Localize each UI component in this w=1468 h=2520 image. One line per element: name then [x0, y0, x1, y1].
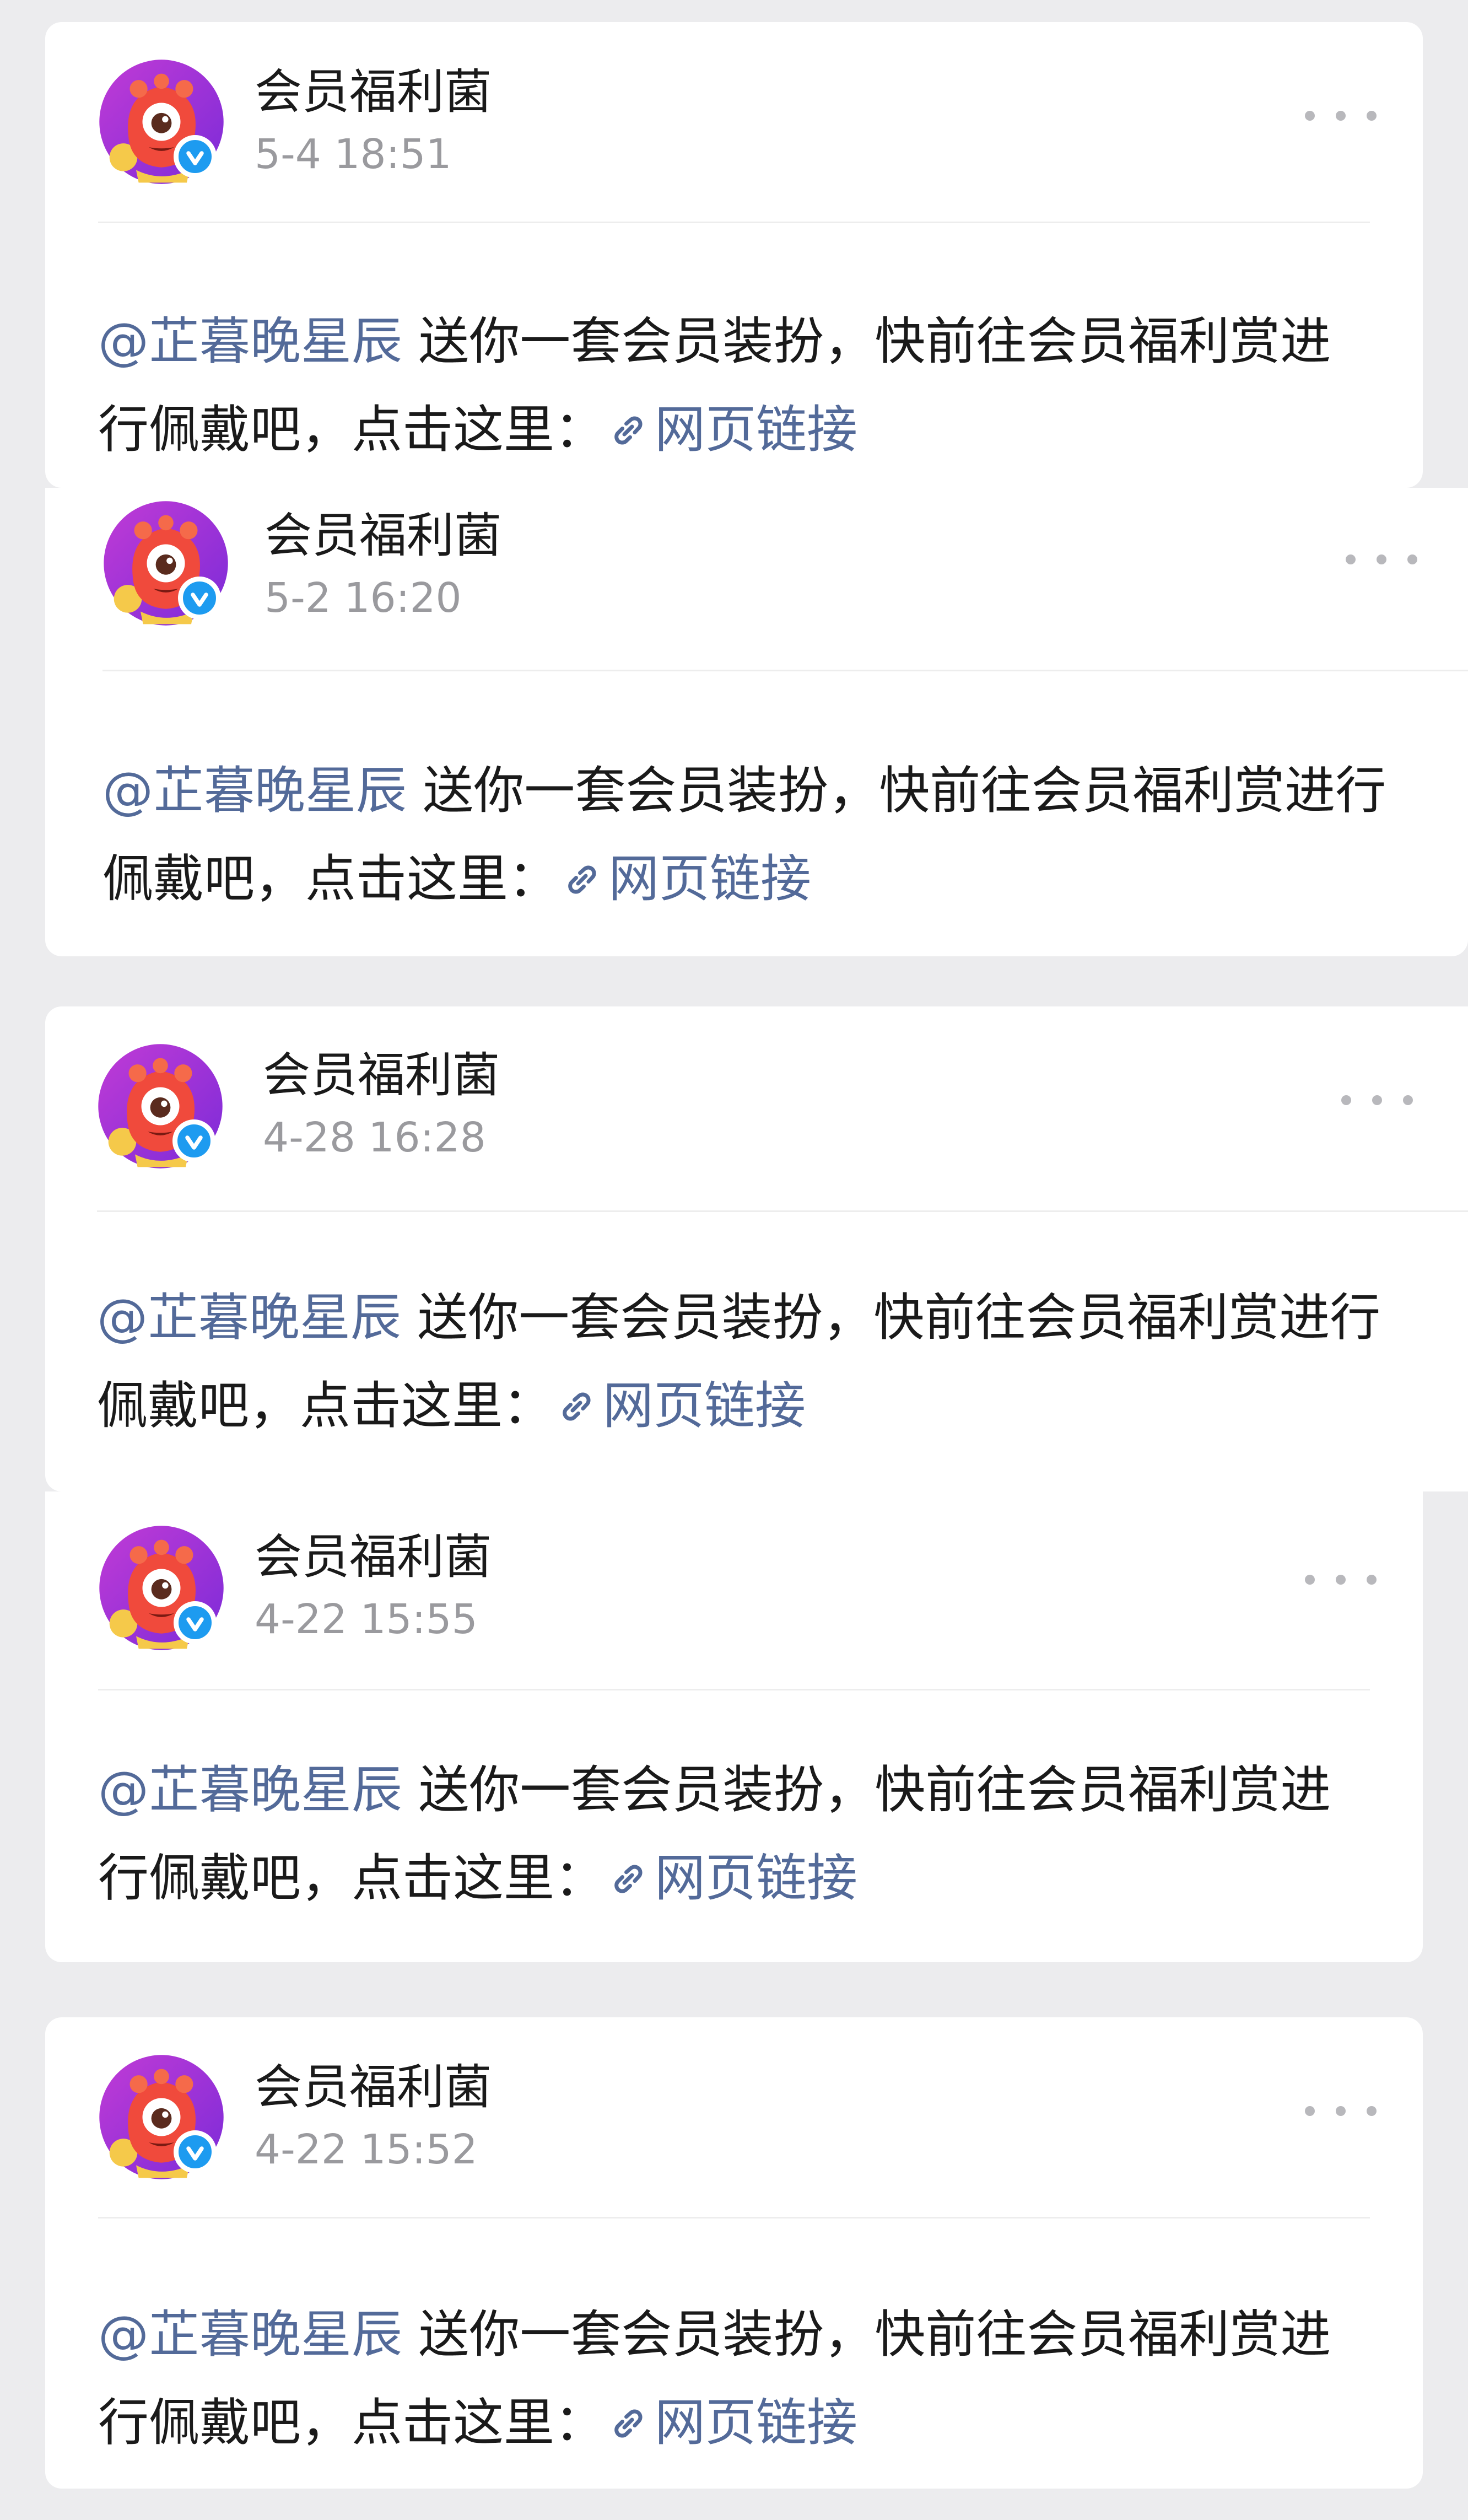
post-timestamp: 4-22 15:55: [255, 1596, 478, 1643]
verified-badge-icon: [174, 2130, 217, 2173]
post-body: @芷暮晚星辰 送你一套会员装扮，快前往会员福利赏进行佩戴吧，点击这里： 网页链接: [102, 747, 1415, 923]
divider: [102, 670, 1468, 671]
mention-link[interactable]: @芷暮晚星辰: [98, 312, 402, 371]
post-timestamp: 4-22 15:52: [255, 2126, 478, 2173]
web-link[interactable]: 网页链接: [605, 1849, 857, 1908]
divider: [98, 1689, 1370, 1690]
verified-badge-icon: [178, 577, 221, 620]
more-options-icon[interactable]: [1346, 548, 1417, 570]
verified-badge-icon: [174, 135, 217, 178]
more-options-icon[interactable]: [1305, 105, 1377, 127]
username[interactable]: 会员福利菌: [255, 2057, 492, 2118]
more-options-icon[interactable]: [1341, 1089, 1413, 1111]
post-card[interactable]: 会员福利菌 4-22 15:55 @芷暮晚星辰 送你一套会员装扮，快前往会员福利…: [45, 1491, 1423, 1962]
web-link-label: 网页链接: [655, 2393, 858, 2452]
web-link-label: 网页链接: [655, 400, 858, 459]
mention-link[interactable]: @芷暮晚星辰: [98, 2305, 402, 2364]
post-card[interactable]: 会员福利菌 5-4 18:51 @芷暮晚星辰 送你一套会员装扮，快前往会员福利赏…: [45, 22, 1423, 488]
web-link[interactable]: 网页链接: [605, 2393, 857, 2452]
link-icon: [559, 857, 605, 903]
divider: [97, 1210, 1468, 1212]
username[interactable]: 会员福利菌: [263, 1045, 500, 1106]
post-timestamp: 5-4 18:51: [255, 131, 452, 178]
post-timestamp: 4-28 16:28: [263, 1114, 486, 1161]
divider: [98, 2217, 1370, 2219]
post-body: @芷暮晚星辰 送你一套会员装扮，快前往会员福利赏进行佩戴吧，点击这里： 网页链接: [98, 2291, 1370, 2467]
post-body: @芷暮晚星辰 送你一套会员装扮，快前往会员福利赏进行佩戴吧，点击这里： 网页链接: [97, 1274, 1411, 1450]
post-card[interactable]: 会员福利菌 5-2 16:20 @芷暮晚星辰 送你一套会员装扮，快前往会员福利赏…: [45, 488, 1468, 956]
web-link-label: 网页链接: [655, 1849, 858, 1908]
web-link[interactable]: 网页链接: [553, 1376, 806, 1435]
web-link-label: 网页链接: [608, 849, 812, 908]
link-icon: [605, 2400, 651, 2447]
verified-badge-icon: [172, 1119, 215, 1162]
post-card[interactable]: 会员福利菌 4-28 16:28 @芷暮晚星辰 送你一套会员装扮，快前往会员福利…: [45, 1006, 1468, 1491]
divider: [98, 222, 1370, 223]
web-link[interactable]: 网页链接: [559, 849, 811, 908]
more-options-icon[interactable]: [1305, 1569, 1377, 1591]
link-icon: [605, 407, 651, 454]
username[interactable]: 会员福利菌: [255, 1527, 492, 1587]
post-card[interactable]: 会员福利菌 4-22 15:52 @芷暮晚星辰 送你一套会员装扮，快前往会员福利…: [45, 2017, 1423, 2489]
mention-link[interactable]: @芷暮晚星辰: [102, 761, 407, 820]
post-timestamp: 5-2 16:20: [265, 574, 462, 622]
more-options-icon[interactable]: [1305, 2100, 1377, 2122]
post-body: @芷暮晚星辰 送你一套会员装扮，快前往会员福利赏进行佩戴吧，点击这里： 网页链接: [98, 1746, 1370, 1923]
web-link-label: 网页链接: [603, 1376, 806, 1435]
mention-link[interactable]: @芷暮晚星辰: [97, 1288, 401, 1347]
web-link[interactable]: 网页链接: [605, 400, 857, 459]
username[interactable]: 会员福利菌: [255, 62, 492, 122]
verified-badge-icon: [174, 1601, 217, 1644]
link-icon: [553, 1383, 600, 1430]
username[interactable]: 会员福利菌: [265, 505, 501, 566]
post-body: @芷暮晚星辰 送你一套会员装扮，快前往会员福利赏进行佩戴吧，点击这里： 网页链接: [98, 298, 1370, 474]
link-icon: [605, 1856, 651, 1902]
mention-link[interactable]: @芷暮晚星辰: [98, 1760, 402, 1819]
